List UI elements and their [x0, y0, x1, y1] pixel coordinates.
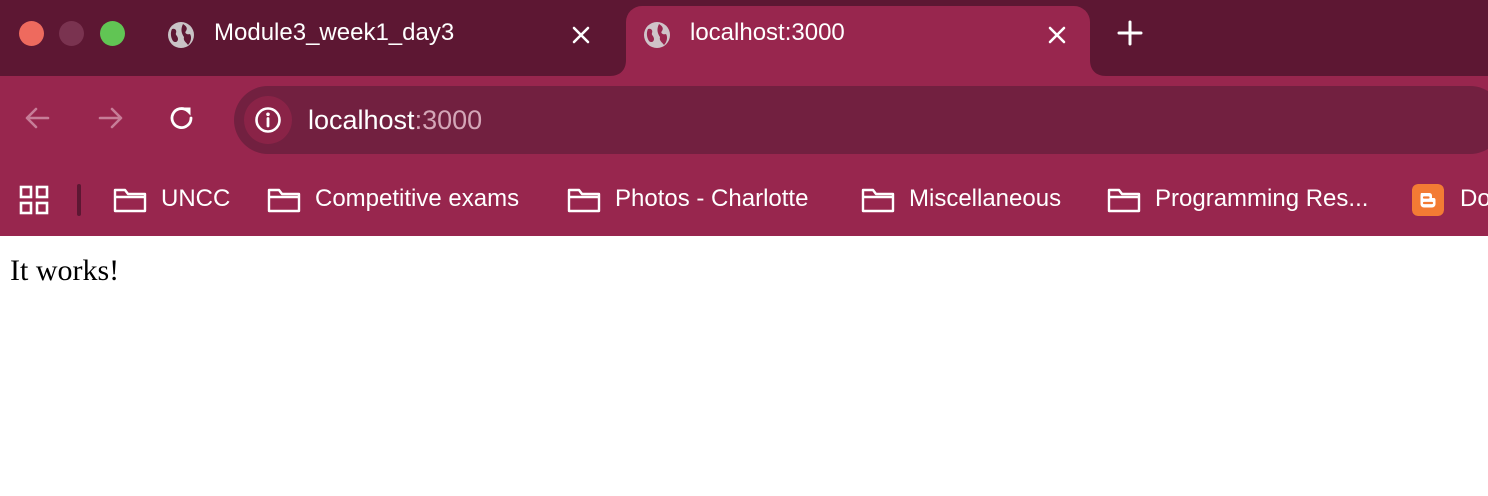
folder-icon	[1107, 188, 1141, 213]
tab-curve-right	[1090, 60, 1106, 76]
bookmark-label: UNCC	[161, 185, 231, 212]
tab-title: Module3_week1_day3	[214, 19, 455, 46]
minimize-window-button[interactable]	[59, 21, 84, 46]
folder-icon	[113, 188, 147, 213]
bookmark-label: Competitive exams	[315, 185, 520, 212]
folder-icon	[861, 188, 895, 213]
reload-icon[interactable]	[166, 102, 198, 134]
close-icon[interactable]	[568, 22, 594, 48]
url-port: :3000	[414, 105, 483, 135]
blogger-icon	[1412, 184, 1444, 216]
address-bar[interactable]: localhost:3000	[234, 86, 1488, 154]
back-arrow-icon[interactable]	[22, 102, 54, 134]
page-content: It works!	[0, 236, 1488, 496]
bookmark-label: Do	[1460, 185, 1488, 212]
bookmark-label: Miscellaneous	[909, 185, 1062, 212]
forward-arrow-icon[interactable]	[94, 102, 126, 134]
tab-title: localhost:3000	[690, 19, 845, 46]
bookmarks-bar: UNCC Competitive exams Photos - Charlott…	[0, 162, 1488, 234]
apps-grid-icon[interactable]	[19, 185, 49, 215]
tab-localhost[interactable]: localhost:3000	[610, 6, 1106, 76]
zoom-window-button[interactable]	[100, 21, 125, 46]
info-icon	[255, 107, 281, 133]
folder-icon	[267, 188, 301, 213]
bookmark-label: Programming Res...	[1155, 185, 1369, 212]
globe-icon	[168, 22, 194, 48]
browser-window: Module3_week1_day3 localhost:3000 localh…	[0, 0, 1488, 496]
bookmarks-separator	[77, 184, 81, 216]
url-text: localhost:3000	[308, 105, 482, 136]
close-window-button[interactable]	[19, 21, 44, 46]
browser-toolbar: localhost:3000	[0, 76, 1488, 162]
url-host: localhost	[308, 105, 415, 135]
globe-icon	[644, 22, 670, 48]
close-icon[interactable]	[1044, 22, 1070, 48]
bookmark-label: Photos - Charlotte	[615, 185, 809, 212]
folder-icon	[567, 188, 601, 213]
site-info-button[interactable]	[244, 96, 292, 144]
tab-strip: Module3_week1_day3 localhost:3000	[0, 0, 1488, 76]
tab-curve-left	[610, 60, 626, 76]
new-tab-plus-icon[interactable]	[1114, 17, 1146, 49]
page-body-text: It works!	[10, 254, 120, 287]
tab-module3[interactable]: Module3_week1_day3	[150, 6, 620, 76]
